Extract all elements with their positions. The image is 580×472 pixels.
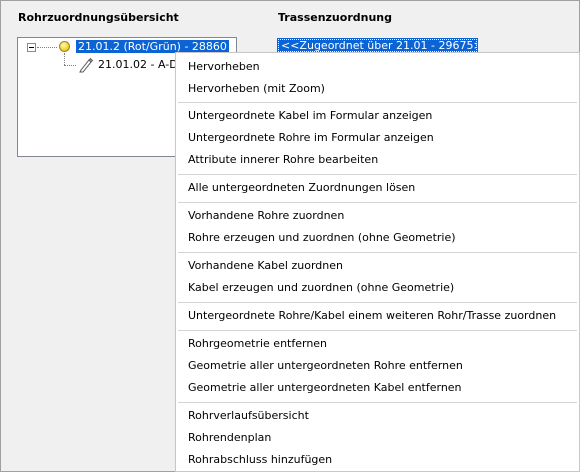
menu-separator [178,252,577,253]
menu-separator [178,174,577,175]
yellow-circle-icon [59,41,70,52]
tree-collapse-toggle[interactable] [27,43,36,52]
menu-separator [178,402,577,403]
menu-item-kabel-zuordnen[interactable]: Vorhandene Kabel zuordnen [188,255,343,277]
menu-item-hervorheben-zoom[interactable]: Hervorheben (mit Zoom) [188,78,325,100]
menu-item-rohre-erzeugen[interactable]: Rohre erzeugen und zuordnen (ohne Geomet… [188,227,456,249]
tree-connector [64,53,65,65]
menu-separator [178,102,577,103]
menu-item-kabel-erzeugen[interactable]: Kabel erzeugen und zuordnen (ohne Geomet… [188,277,454,299]
tree-connector [37,47,57,48]
menu-item-rohrverlaufsuebersicht[interactable]: Rohrverlaufsübersicht [188,405,309,427]
menu-item-rohre-geometrie-entfernen[interactable]: Geometrie aller untergeordneten Rohre en… [188,355,463,377]
menu-item-rohre-anzeigen[interactable]: Untergeordnete Rohre im Formular anzeige… [188,127,434,149]
menu-item-rohrendenplan[interactable]: Rohrendenplan [188,427,271,449]
menu-separator [178,202,577,203]
menu-separator [178,330,577,331]
menu-separator [178,302,577,303]
menu-item-kabel-geometrie-entfernen[interactable]: Geometrie aller untergeordneten Kabel en… [188,377,462,399]
menu-item-weiterem-zuordnen[interactable]: Untergeordnete Rohre/Kabel einem weitere… [188,305,556,327]
menu-item-rohrgeometrie-entfernen[interactable]: Rohrgeometrie entfernen [188,333,327,355]
menu-item-zuordnungen-loesen[interactable]: Alle untergeordneten Zuordnungen lösen [188,177,415,199]
menu-item-kabel-anzeigen[interactable]: Untergeordnete Kabel im Formular anzeige… [188,105,432,127]
context-menu: Hervorheben Hervorheben (mit Zoom) Unter… [175,52,580,472]
pen-icon [79,57,94,73]
menu-item-rohrabschluss-hinzufuegen[interactable]: Rohrabschluss hinzufügen [188,449,332,471]
trassenzuordnung-heading: Trassenzuordnung [278,11,392,24]
menu-item-hervorheben[interactable]: Hervorheben [188,56,260,78]
tree-connector [64,65,76,66]
menu-item-attribute-bearbeiten[interactable]: Attribute innerer Rohre bearbeiten [188,149,378,171]
menu-item-rohre-zuordnen[interactable]: Vorhandene Rohre zuordnen [188,205,344,227]
trassen-selection[interactable]: <<Zugeordnet über 21.01 - 29675>> [277,38,478,53]
rohrzuordnung-heading: Rohrzuordnungsübersicht [18,11,179,24]
tree-node-child[interactable]: 21.01.02 - A-DO [98,58,186,71]
